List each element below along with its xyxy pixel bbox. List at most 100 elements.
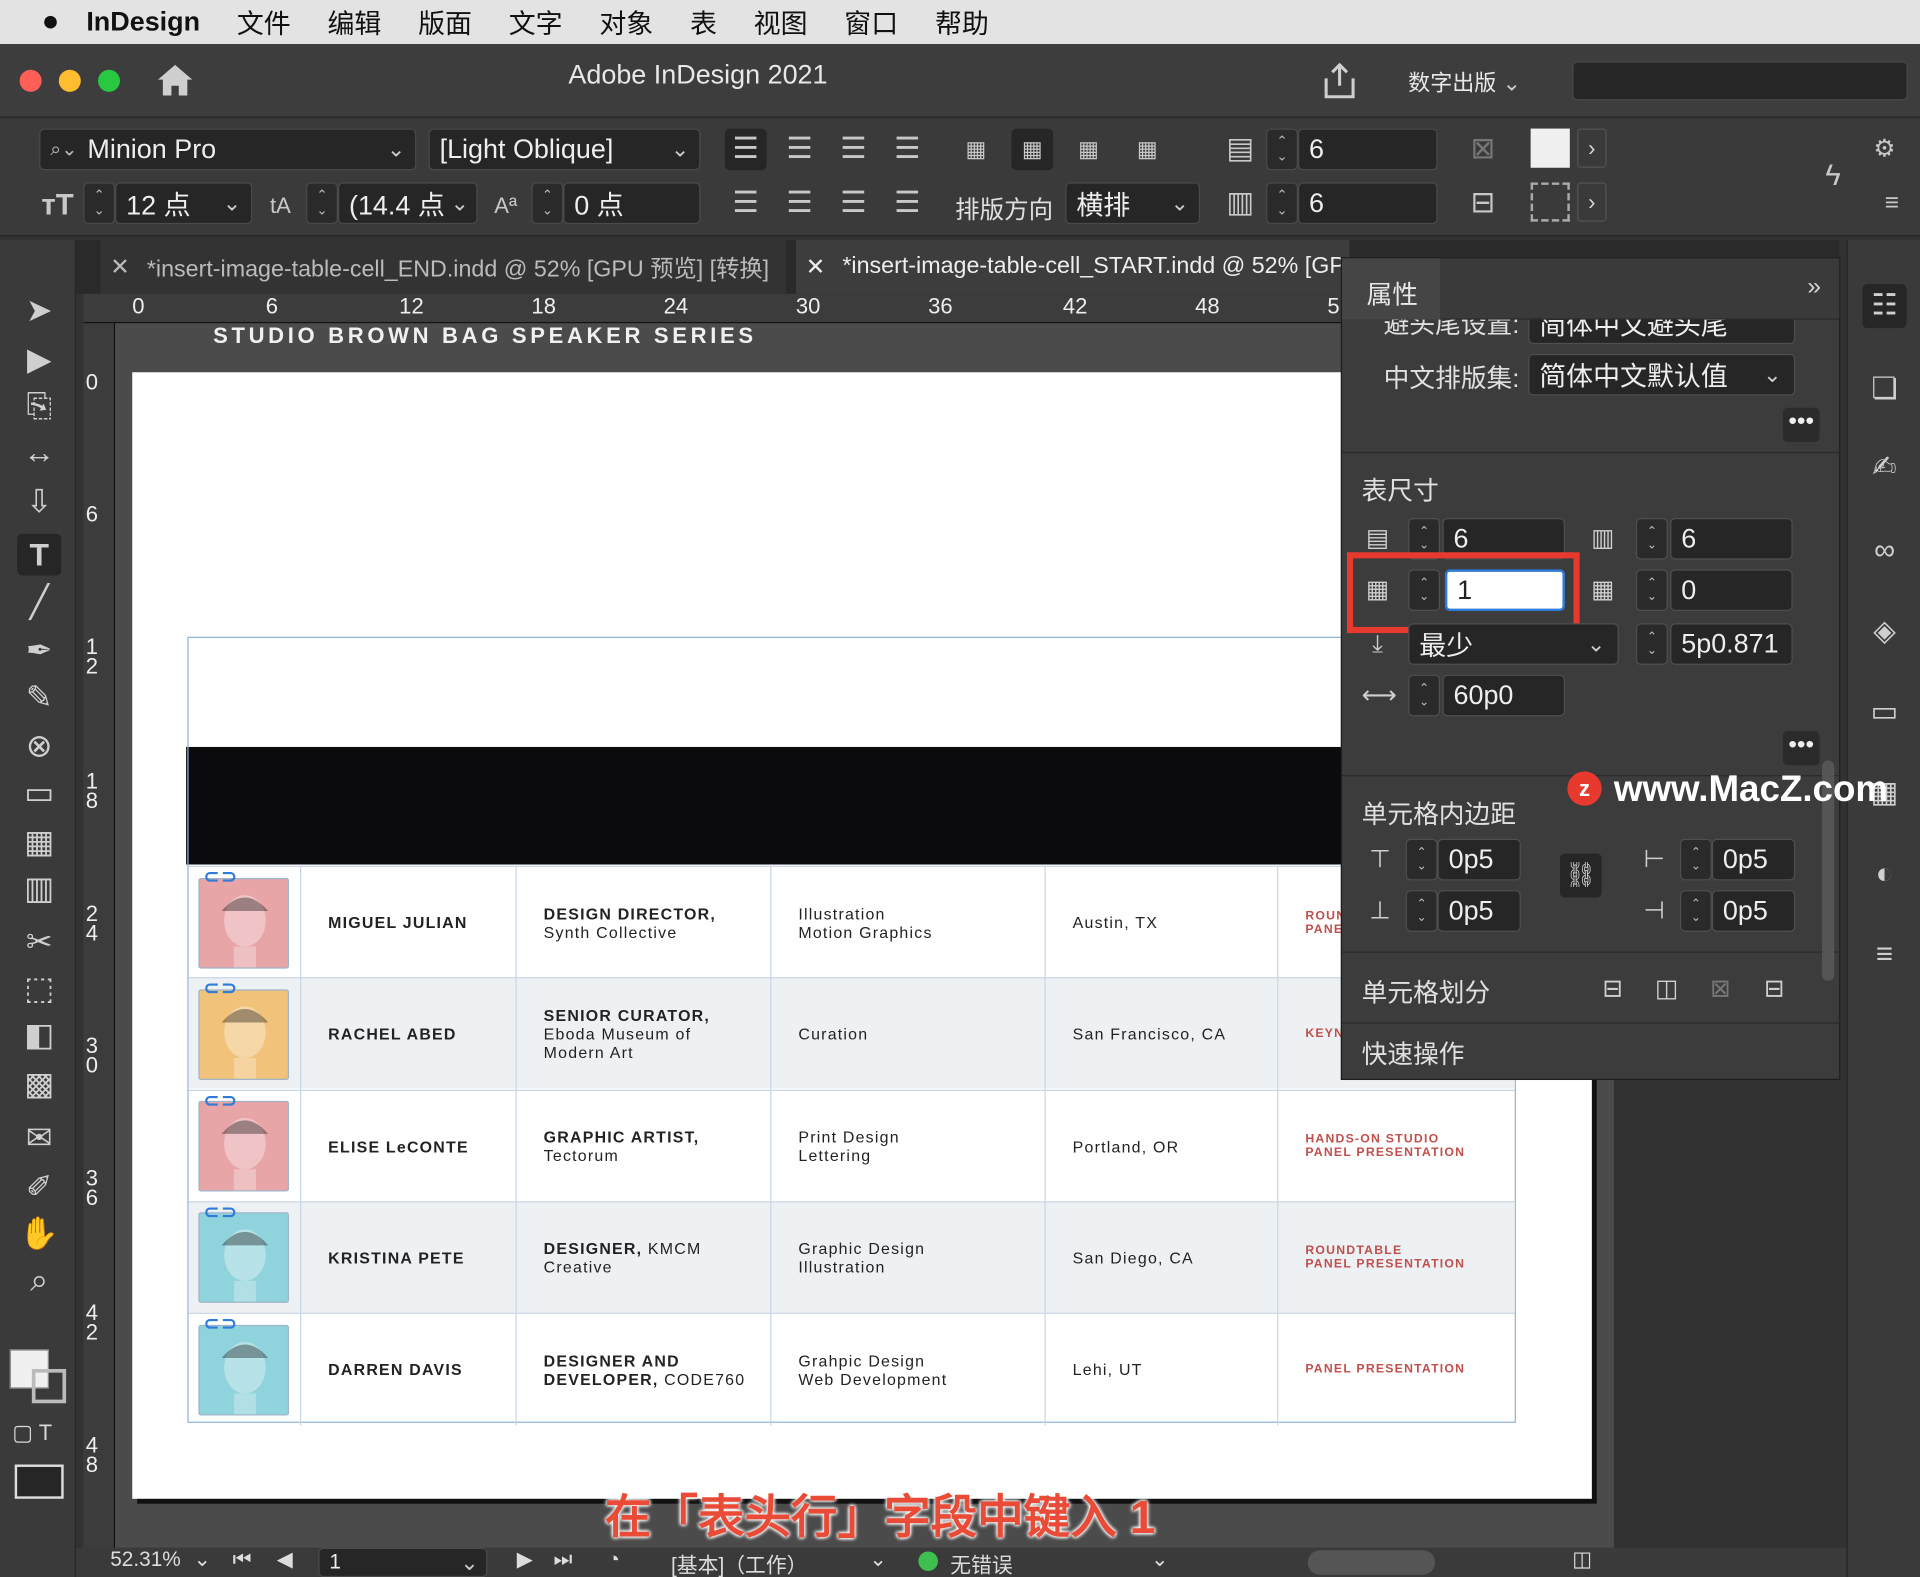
stroke-proxy-icon[interactable] bbox=[1530, 182, 1570, 222]
menu-object[interactable]: 对象 bbox=[599, 2, 653, 41]
columns-field[interactable]: 6 bbox=[1297, 182, 1438, 225]
leading-stepper[interactable]: ⌃ ⌄ bbox=[306, 182, 338, 225]
location-cell[interactable]: Lehi, UT bbox=[1046, 1314, 1279, 1426]
collapse-panel-icon[interactable]: » bbox=[1807, 273, 1821, 301]
more-options-icon[interactable]: ••• bbox=[1782, 407, 1820, 443]
avatar[interactable] bbox=[198, 1100, 289, 1192]
menu-edit[interactable]: 编辑 bbox=[327, 2, 381, 41]
table-row[interactable]: ⊂⊃ RACHEL ABED SENIOR CURATOR, Eboda Museu… bbox=[188, 977, 1515, 1091]
table-row[interactable]: ⊂⊃ DARREN DAVIS DESIGNER AND DEVELOPER, C… bbox=[188, 1312, 1515, 1426]
align-center-icon[interactable]: ☰ bbox=[779, 129, 821, 171]
layers-panel-icon[interactable]: ◈ bbox=[1862, 610, 1906, 654]
rectangle-tool-icon[interactable]: ▭ bbox=[17, 771, 61, 813]
align-towards-spine-icon[interactable]: ☰ bbox=[887, 129, 929, 171]
chevron-down-icon[interactable]: ⌄ bbox=[1151, 1548, 1168, 1572]
pen-tool-icon[interactable]: ✒ bbox=[17, 629, 61, 671]
fill-swatch[interactable] bbox=[1530, 128, 1570, 168]
link-icon[interactable]: ⊂⊃ bbox=[203, 1088, 238, 1112]
skills-cell[interactable]: Graphic Design Illustration bbox=[771, 1202, 1046, 1314]
close-window-button[interactable] bbox=[19, 69, 42, 92]
link-icon[interactable]: ⊂⊃ bbox=[203, 1200, 238, 1224]
inset-left-field[interactable]: 0p5 bbox=[1711, 838, 1796, 881]
eyedropper-tool-icon[interactable]: ✐ bbox=[17, 1166, 61, 1208]
menu-layout[interactable]: 版面 bbox=[418, 2, 472, 41]
columns-stepper[interactable]: ⌃ ⌄ bbox=[1266, 182, 1298, 225]
minimize-window-button[interactable] bbox=[58, 69, 81, 92]
chevron-right-icon[interactable]: › bbox=[1577, 182, 1607, 222]
selection-tool-icon[interactable]: ➤ bbox=[17, 289, 61, 331]
free-transform-tool-icon[interactable]: ⬚ bbox=[17, 967, 61, 1009]
skills-cell[interactable]: Illustration Motion Graphics bbox=[771, 866, 1046, 979]
split-cells-icon[interactable]: ⊟ bbox=[1462, 182, 1504, 224]
frame-tool-icon[interactable]: ⊗ bbox=[17, 725, 61, 767]
row-height-field[interactable]: 5p0.871 bbox=[1670, 623, 1793, 665]
page-number-field[interactable]: 1 ⌄ bbox=[318, 1547, 488, 1577]
gear-icon[interactable]: ⚙ bbox=[1864, 129, 1906, 171]
merge-cells-icon[interactable]: ⊠ bbox=[1705, 973, 1737, 1005]
table-row[interactable]: ⊂⊃ KRISTINA PETE DESIGNER, KMCM Creative Gr… bbox=[188, 1200, 1515, 1314]
title-cell[interactable]: DESIGN DIRECTOR, Synth Collective bbox=[517, 866, 772, 979]
link-insets-icon[interactable]: ⛓ bbox=[1560, 853, 1602, 898]
inset-top-stepper[interactable]: ⌃ ⌄ bbox=[1405, 838, 1438, 881]
avatar[interactable] bbox=[198, 989, 289, 1080]
name-cell[interactable]: ELISE LeCONTE bbox=[301, 1090, 517, 1202]
grid-align-icon[interactable]: ▦ bbox=[1068, 129, 1110, 171]
font-size-field[interactable]: 12 点 ⌄ bbox=[115, 182, 253, 225]
table-tool-icon[interactable]: ▦ bbox=[17, 820, 61, 862]
merge-cells-icon[interactable]: ⊠ bbox=[1462, 129, 1504, 171]
screen-mode-icon[interactable] bbox=[14, 1464, 64, 1499]
inset-left-stepper[interactable]: ⌃ ⌄ bbox=[1680, 838, 1712, 881]
link-icon[interactable]: ⊂⊃ bbox=[203, 1312, 238, 1336]
scissors-tool-icon[interactable]: ✂ bbox=[17, 921, 61, 963]
presentation-cell[interactable]: HANDS-ON STUDIO PANEL PRESENTATION bbox=[1278, 1091, 1514, 1202]
name-cell[interactable]: KRISTINA PETE bbox=[301, 1202, 517, 1314]
pages-panel-icon[interactable]: ❏ bbox=[1862, 367, 1906, 411]
rows-stepper[interactable]: ⌃ ⌄ bbox=[1266, 128, 1298, 171]
skills-cell[interactable]: Print Design Lettering bbox=[771, 1090, 1046, 1202]
table-row[interactable]: ⊂⊃ ELISE LeCONTE GRAPHIC ARTIST, Tectorum P… bbox=[188, 1088, 1515, 1202]
speaker-table[interactable]: ⊂⊃ MIGUEL JULIAN DESIGN DIRECTOR, Synth Co… bbox=[187, 636, 1516, 1426]
preflight-profile[interactable]: [基本]（工作） bbox=[671, 1548, 807, 1577]
properties-panel-icon[interactable]: ☷ bbox=[1862, 284, 1907, 329]
tab-start-document[interactable]: ✕ *insert-image-table-cell_START.indd @ … bbox=[795, 240, 1350, 294]
menu-table[interactable]: 表 bbox=[690, 2, 717, 41]
inset-top-field[interactable]: 0p5 bbox=[1437, 838, 1521, 881]
justify-left-icon[interactable]: ☰ bbox=[725, 182, 767, 224]
avatar-cell[interactable]: ⊂⊃ bbox=[189, 1200, 302, 1314]
font-family-field[interactable]: ⌕⌄ Minion Pro ⌄ bbox=[39, 128, 417, 171]
presentation-cell[interactable]: ROUNDTABLE PANEL PRESENTATION bbox=[1278, 1202, 1514, 1313]
direct-selection-tool-icon[interactable]: ▶ bbox=[17, 338, 61, 380]
chevron-right-icon[interactable]: › bbox=[1577, 128, 1607, 168]
grid-align-icon[interactable]: ▦ bbox=[1011, 128, 1054, 171]
menu-type[interactable]: 文字 bbox=[509, 2, 563, 41]
location-cell[interactable]: Portland, OR bbox=[1046, 1090, 1279, 1202]
avatar-cell[interactable]: ⊂⊃ bbox=[189, 1312, 302, 1426]
avatar[interactable] bbox=[198, 1212, 289, 1304]
link-icon[interactable]: ⊂⊃ bbox=[203, 864, 238, 888]
unmerge-cells-icon[interactable]: ⊟ bbox=[1758, 973, 1790, 1005]
grid-align-icon[interactable]: ▦ bbox=[955, 129, 997, 171]
split-horizontal-icon[interactable]: ⊟ bbox=[1597, 973, 1629, 1005]
avatar-cell[interactable]: ⊂⊃ bbox=[189, 978, 302, 1091]
footer-rows-field[interactable]: 0 bbox=[1670, 569, 1793, 612]
workspace-switcher[interactable]: 数字出版 ⌄ bbox=[1408, 66, 1521, 98]
menu-window[interactable]: 窗口 bbox=[844, 2, 898, 41]
first-page-icon[interactable]: ⏮ bbox=[233, 1548, 252, 1572]
split-vertical-icon[interactable]: ◫ bbox=[1651, 973, 1683, 1005]
previous-page-icon[interactable]: ◀ bbox=[277, 1548, 293, 1572]
zoom-tool-icon[interactable]: ⌕ bbox=[17, 1259, 61, 1301]
page-tool-icon[interactable]: ⎘ bbox=[17, 384, 61, 426]
chevron-down-icon[interactable]: ⌄ bbox=[671, 137, 689, 163]
chevron-down-icon[interactable]: ⌄ bbox=[869, 1548, 886, 1572]
error-status[interactable]: 无错误 bbox=[950, 1548, 1012, 1577]
align-right-icon[interactable]: ☰ bbox=[833, 129, 875, 171]
zoom-window-button[interactable] bbox=[97, 69, 121, 92]
panel-columns-field[interactable]: 6 bbox=[1670, 517, 1793, 560]
line-tool-icon[interactable]: ╱ bbox=[17, 580, 61, 622]
apple-icon[interactable]: ● bbox=[42, 5, 60, 39]
more-options-icon[interactable]: ••• bbox=[1782, 731, 1820, 766]
zoom-level[interactable]: 52.31% bbox=[110, 1548, 181, 1572]
columns-stepper[interactable]: ⌃ ⌄ bbox=[1635, 517, 1668, 560]
column-width-field[interactable]: 60p0 bbox=[1442, 674, 1565, 717]
menu-file[interactable]: 文件 bbox=[237, 2, 291, 41]
